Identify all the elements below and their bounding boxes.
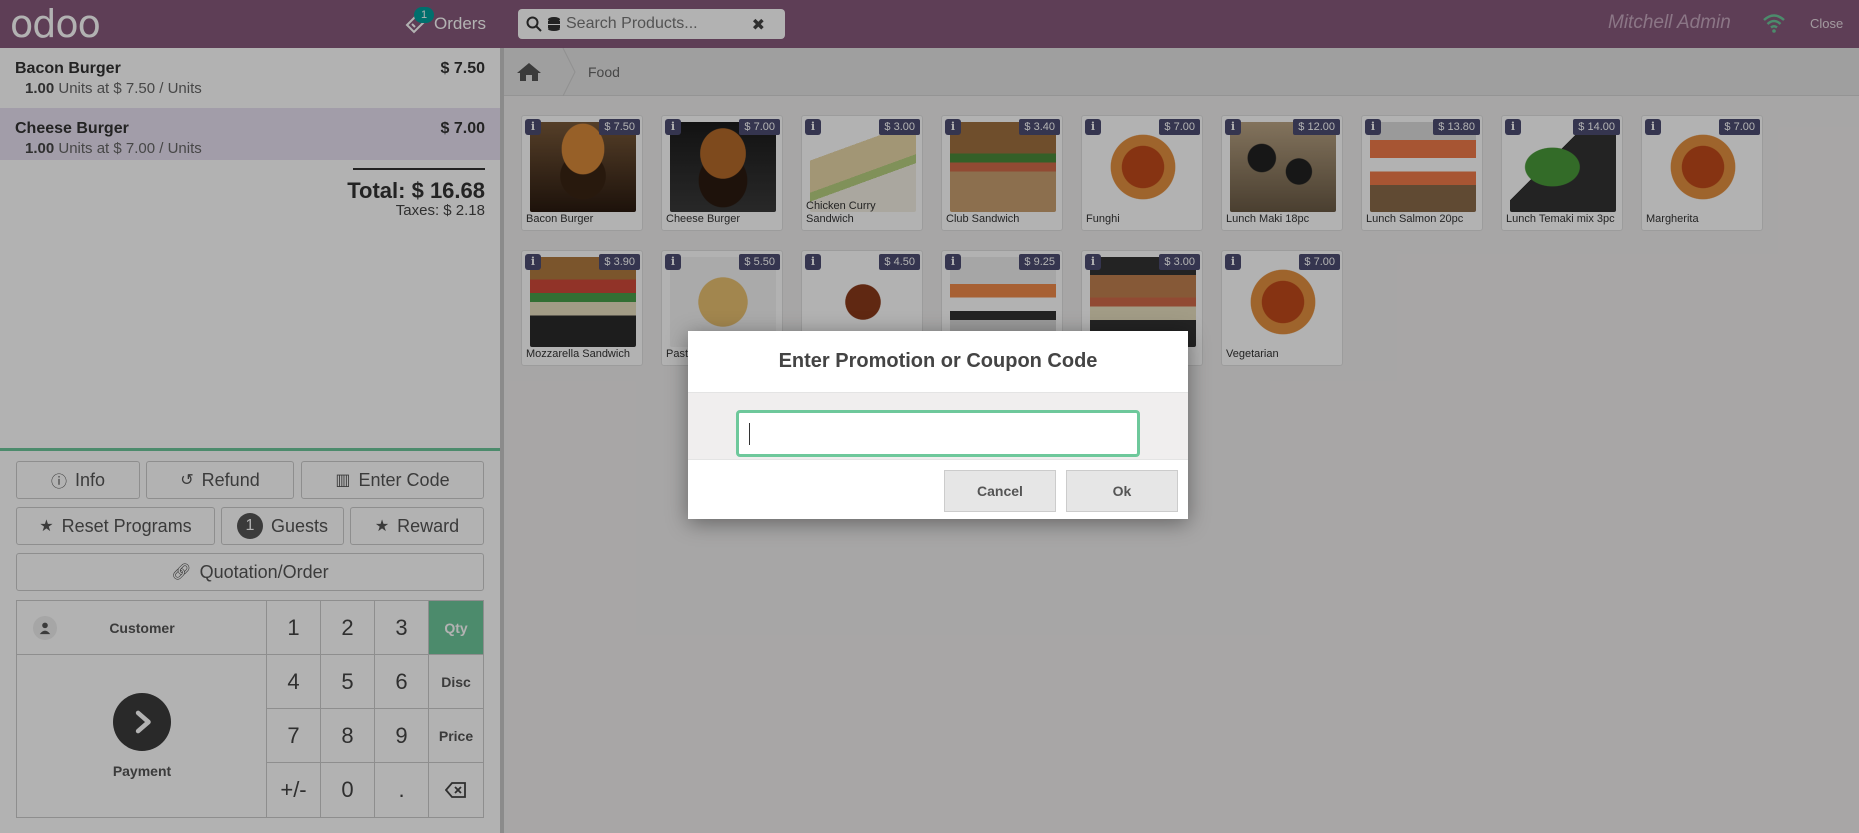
coupon-code-input[interactable] — [736, 410, 1140, 457]
dialog-title: Enter Promotion or Coupon Code — [688, 331, 1188, 393]
coupon-code-dialog: Enter Promotion or Coupon Code Cancel Ok — [688, 331, 1188, 519]
cancel-button[interactable]: Cancel — [944, 470, 1056, 512]
ok-button[interactable]: Ok — [1066, 470, 1178, 512]
text-cursor — [749, 423, 750, 445]
pos-screen: odoo 1 Orders ✖ Mitchell Admin Close Bac… — [0, 0, 1859, 833]
dialog-body — [688, 393, 1188, 459]
dialog-footer: Cancel Ok — [688, 459, 1188, 519]
